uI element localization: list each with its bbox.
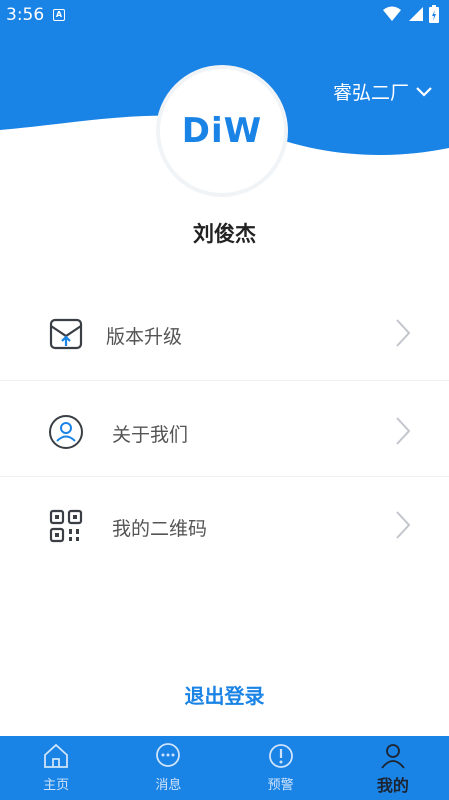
menu-item-about-us[interactable]: 关于我们	[0, 386, 449, 476]
chat-bubble-icon	[156, 743, 181, 767]
avatar: DiW	[160, 69, 284, 193]
user-icon	[381, 744, 405, 769]
alert-icon	[268, 744, 293, 768]
org-name: 睿弘二厂	[332, 82, 409, 104]
menu-item-label: 我的二维码	[112, 518, 208, 540]
menu-item-label: 关于我们	[112, 424, 189, 446]
divider	[0, 380, 449, 381]
chevron-right-icon	[396, 511, 411, 539]
menu-item-label: 版本升级	[106, 326, 183, 348]
logout-button[interactable]: 退出登录	[0, 680, 449, 709]
bottom-tab-bar: 主页 消息 预警 我的	[0, 736, 449, 800]
qr-code-icon	[49, 509, 83, 543]
menu-item-version-upgrade[interactable]: 版本升级	[0, 288, 449, 378]
status-bar: 3:56 A	[0, 0, 449, 30]
status-icons	[383, 5, 439, 23]
upgrade-box-icon	[49, 318, 83, 350]
tab-alerts[interactable]: 预警	[225, 736, 337, 800]
tab-label: 我的	[376, 776, 409, 795]
tab-label: 消息	[155, 778, 182, 793]
wifi-icon	[383, 6, 401, 21]
tab-label: 主页	[43, 778, 70, 793]
user-circle-icon	[49, 415, 83, 449]
user-name: 刘俊杰	[193, 222, 256, 246]
chevron-right-icon	[396, 417, 411, 445]
menu-item-my-qr-code[interactable]: 我的二维码	[0, 480, 449, 570]
chevron-down-icon	[416, 86, 432, 97]
tab-messages[interactable]: 消息	[112, 736, 224, 800]
battery-icon	[429, 5, 439, 23]
home-icon	[44, 743, 69, 768]
company-logo: DiW	[181, 111, 263, 151]
signal-icon	[409, 7, 423, 21]
org-selector[interactable]: 睿弘二厂	[333, 78, 433, 105]
status-time: 3:56	[6, 5, 45, 25]
chevron-right-icon	[396, 319, 411, 347]
tab-label: 预警	[267, 778, 294, 793]
tab-home[interactable]: 主页	[0, 736, 112, 800]
tab-mine[interactable]: 我的	[337, 736, 449, 800]
notification-icon: A	[53, 9, 65, 21]
divider	[0, 476, 449, 477]
